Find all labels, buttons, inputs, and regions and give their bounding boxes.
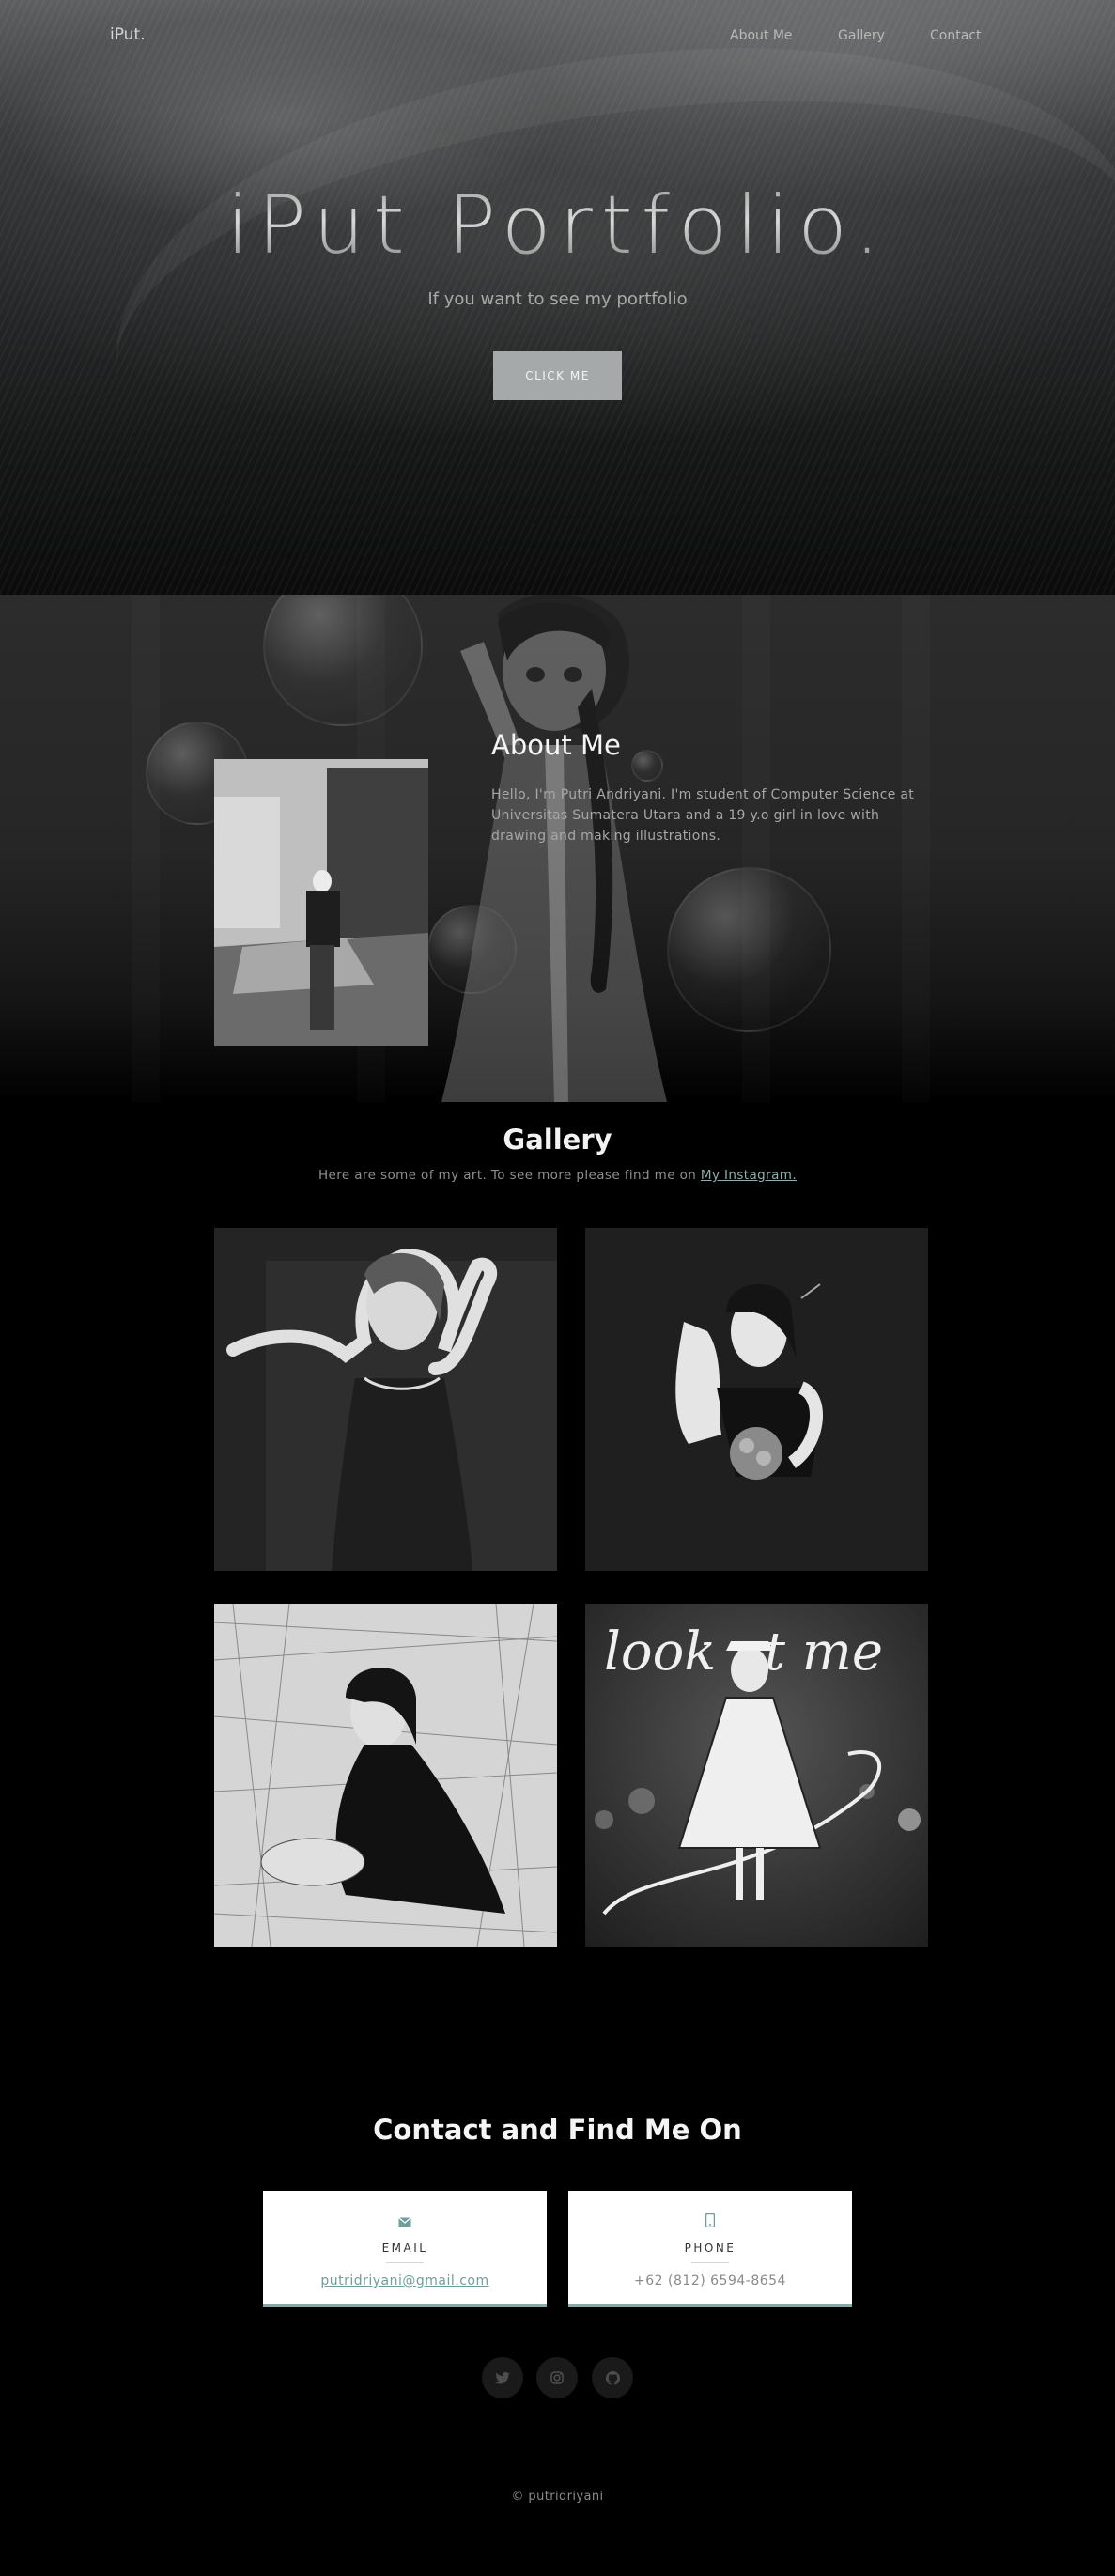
contact-title: Contact and Find Me On [373,2114,742,2146]
profile-photo [214,759,428,1046]
about-title: About Me [491,729,621,761]
gallery-artwork-4[interactable]: look at me [585,1604,928,1947]
card-divider [386,2262,424,2263]
card-divider [691,2262,729,2263]
instagram-icon[interactable] [536,2357,578,2398]
nav-link-gallery[interactable]: Gallery [838,28,885,43]
background-stripe [132,595,160,1102]
bubble-decoration [263,595,423,726]
gallery-artwork-1[interactable] [214,1228,557,1571]
mobile-phone-icon [568,2212,852,2231]
brand-logo[interactable]: iPut. [110,25,146,44]
gallery-artwork-2[interactable] [585,1228,928,1571]
nav-link-contact[interactable]: Contact [930,28,981,43]
gallery-title: Gallery [503,1124,612,1156]
nav-link-about[interactable]: About Me [730,28,793,43]
hero-subtitle: If you want to see my portfolio [427,289,688,309]
click-me-button[interactable]: CLICK ME [493,351,622,400]
gallery-subtitle: Here are some of my art. To see more ple… [0,1168,1115,1183]
about-section: About Me Hello, I'm Putri Andriyani. I'm… [0,595,1115,1102]
envelope-icon [263,2213,547,2231]
gallery-artwork-3[interactable] [214,1604,557,1947]
hero-title: iPut Portfolio. [0,178,1115,272]
footer-copyright: © putridriyani [511,2490,604,2504]
email-label: EMAIL [381,2242,428,2255]
instagram-link[interactable]: My Instagram. [701,1168,797,1183]
gallery-subtitle-text: Here are some of my art. To see more ple… [317,1168,701,1183]
phone-value: +62 (812) 6594-8654 [634,2273,786,2289]
email-card: EMAIL putridriyani@gmail.com [263,2191,547,2307]
navbar: iPut. About Me Gallery Contact [0,0,1115,75]
email-link[interactable]: putridriyani@gmail.com [263,2273,547,2289]
github-icon[interactable] [592,2357,633,2398]
background-stripe [902,595,930,1102]
phone-card: PHONE +62 (812) 6594-8654 [568,2191,852,2307]
phone-label: PHONE [684,2242,736,2255]
twitter-icon[interactable] [482,2357,523,2398]
character-illustration [441,595,667,1102]
hero-section: iPut. About Me Gallery Contact iPut Port… [0,0,1115,595]
about-description: Hello, I'm Putri Andriyani. I'm student … [491,787,915,844]
